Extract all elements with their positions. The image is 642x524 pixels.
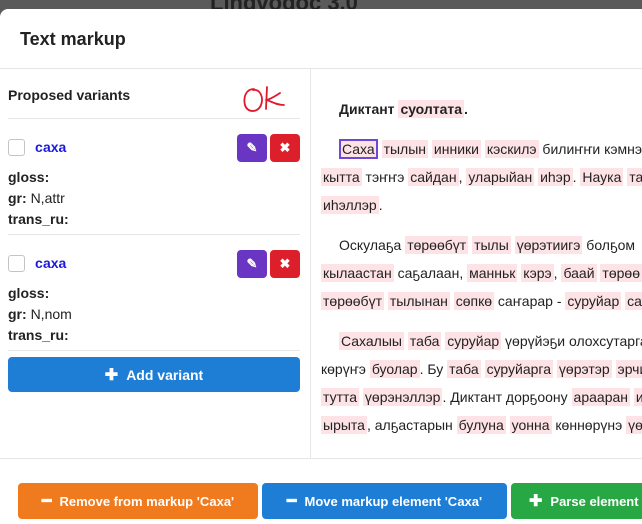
markup-word[interactable]: суруйарга (484, 360, 554, 378)
variant-lemma[interactable]: саха (35, 139, 66, 155)
plus-icon: ✚ (529, 493, 543, 510)
add-variant-button[interactable]: ✚ Add variant (8, 357, 300, 392)
markup-word[interactable]: буолар (369, 360, 420, 378)
markup-word[interactable]: араарaн (571, 388, 630, 406)
markup-word[interactable]: төрөө (600, 264, 642, 282)
markup-word[interactable]: тылынан (387, 292, 450, 310)
markup-word[interactable]: үө (626, 416, 642, 434)
markup-word[interactable]: сат (625, 292, 642, 310)
plus-icon: ✚ (104, 366, 119, 384)
markup-word[interactable]: и (633, 388, 642, 406)
edit-variant-button[interactable]: ✎ (237, 134, 267, 162)
variant-item-2: саха ✎ ✖ gloss: gr: N,nom trans_ru: (8, 235, 300, 351)
markup-word[interactable]: эрчи (615, 360, 642, 378)
modal-title: Text markup (20, 29, 126, 49)
delete-variant-button[interactable]: ✖ (270, 250, 300, 278)
parse-element-label: Parse element (550, 493, 639, 509)
move-markup-element-button[interactable]: ━ Move markup element 'Саха' (262, 483, 507, 519)
gr-label: gr: (8, 306, 27, 322)
trans-ru-label: trans_ru: (8, 327, 69, 343)
markup-word[interactable]: манньк (467, 264, 518, 282)
text-paragraph-3: Сахалыы таба суруйар үөрүйэҕи олохсутарг… (321, 327, 642, 439)
markup-word[interactable]: үөрэтиигэ (514, 236, 583, 254)
modal-body: Proposed variants OK саха ✎ ✖ gloss: (0, 69, 642, 458)
close-icon: ✖ (279, 256, 291, 271)
text-paragraph-2: Оскулаҕа төрөөбүт тылы үөрэтиигэ болҕом … (321, 231, 642, 315)
markup-word[interactable]: суруйар (445, 332, 502, 350)
remove-from-markup-label: Remove from markup 'Саха' (59, 493, 235, 509)
gloss-label: gloss: (8, 285, 50, 301)
markup-word[interactable]: суруйар (565, 292, 622, 310)
remove-from-markup-button[interactable]: ━ Remove from markup 'Саха' (18, 483, 258, 519)
markup-word[interactable]: суолтата (398, 100, 465, 118)
markup-word[interactable]: инники (431, 140, 481, 158)
markup-word[interactable]: булуна (456, 416, 506, 434)
text-markup-panel: Диктант суолтата. Саха тылын инники кэск… (311, 69, 642, 458)
markup-word[interactable]: уларыйан (466, 168, 535, 186)
handwritten-ok-annotation: OK (243, 86, 285, 112)
markup-word[interactable]: төрөөбүт (405, 236, 469, 254)
markup-word[interactable]: иһэллэр (321, 196, 379, 214)
edit-icon: ✎ (246, 256, 258, 271)
markup-word[interactable]: ырыта (321, 416, 367, 434)
close-icon: ✖ (279, 140, 291, 155)
gr-value: N,nom (30, 306, 72, 322)
gr-label: gr: (8, 190, 27, 206)
markup-word[interactable]: тылын (381, 140, 429, 158)
markup-word[interactable]: кэскилэ (484, 140, 539, 158)
gloss-label: gloss: (8, 169, 50, 185)
word: Диктант (339, 101, 395, 117)
minus-icon: ━ (286, 493, 297, 510)
markup-word[interactable]: баай (561, 264, 597, 282)
variant-item-1: саха ✎ ✖ gloss: gr: N,attr trans_ru: (8, 119, 300, 235)
add-variant-label: Add variant (126, 366, 204, 383)
markup-word[interactable]: төрөөбүт (321, 292, 384, 310)
modal-header: Text markup (0, 9, 642, 69)
markup-word[interactable]: уонна (509, 416, 552, 434)
modal-footer: ━ Remove from markup 'Саха' ━ Move marku… (0, 458, 642, 524)
parse-element-button[interactable]: ✚ Parse element (511, 483, 642, 519)
markup-word[interactable]: сайдан (408, 168, 459, 186)
markup-word[interactable]: таба (447, 360, 481, 378)
markup-word[interactable]: сөпкө (453, 292, 495, 310)
selected-markup-word[interactable]: Саха (339, 139, 378, 159)
variant-lemma[interactable]: саха (35, 255, 66, 271)
markup-word[interactable]: Наука (580, 168, 624, 186)
text-paragraph-1: Саха тылын инники кэскилэ билиҥҥи кэмнэ … (321, 135, 642, 219)
markup-word[interactable]: тылы (472, 236, 511, 254)
markup-word[interactable]: үөрэнэллэр (362, 388, 443, 406)
delete-variant-button[interactable]: ✖ (270, 134, 300, 162)
edit-icon: ✎ (246, 140, 258, 155)
markup-word[interactable]: таба (407, 332, 442, 350)
markup-word[interactable]: кытта (321, 168, 362, 186)
minus-icon: ━ (41, 493, 52, 510)
variants-panel: Proposed variants OK саха ✎ ✖ gloss: (0, 69, 311, 458)
markup-word[interactable]: үөрэтэр (556, 360, 612, 378)
gr-value: N,attr (30, 190, 65, 206)
variant-checkbox[interactable] (8, 138, 25, 156)
trans-ru-label: trans_ru: (8, 211, 69, 227)
text-title-line: Диктант суолтата. (339, 100, 468, 118)
markup-word[interactable]: тах (627, 168, 642, 186)
markup-word[interactable]: кэрэ (521, 264, 554, 282)
variant-checkbox[interactable] (8, 254, 25, 272)
markup-word[interactable]: Сахалыы (339, 332, 404, 350)
markup-word[interactable]: иһэр (538, 168, 573, 186)
markup-word[interactable]: кылаастан (321, 264, 394, 282)
edit-variant-button[interactable]: ✎ (237, 250, 267, 278)
markup-word[interactable]: тутта (321, 388, 360, 406)
move-markup-element-label: Move markup element 'Саха' (304, 493, 483, 509)
text-markup-modal: Text markup Proposed variants OK саха ✎ … (0, 9, 642, 524)
